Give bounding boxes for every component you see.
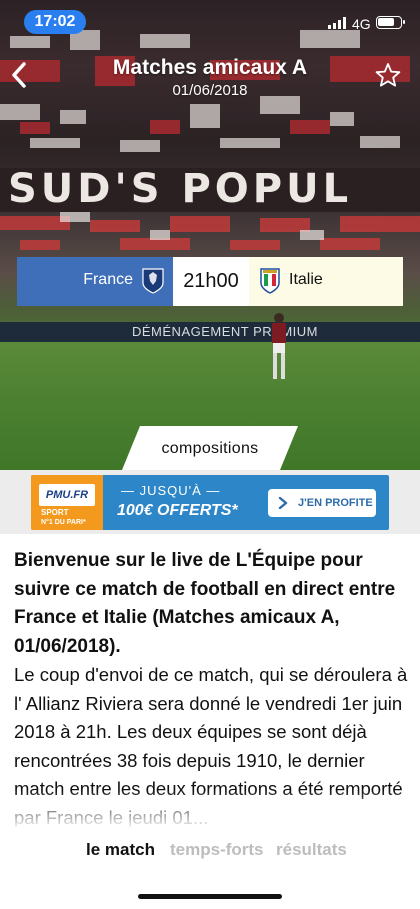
tab-le-match[interactable]: le match — [86, 840, 155, 860]
home-team-name: France — [83, 271, 133, 288]
away-team-name: Italie — [289, 271, 323, 288]
ad-headline-offer: 100€ OFFERTS* — [117, 502, 238, 519]
away-team-panel[interactable]: Italie — [249, 257, 403, 306]
ad-cta-label: J'EN PROFITE — [298, 497, 373, 509]
home-indicator[interactable] — [138, 894, 282, 899]
kickoff-time: 21h00 — [173, 257, 249, 306]
player-figure — [272, 313, 286, 379]
france-crest-icon — [142, 268, 164, 294]
bottom-tab-bar: le match temps-forts résultats — [0, 828, 420, 909]
ad-banner[interactable]: PMU.FR SPORT N°1 DU PARI* — JUSQU'À — 10… — [31, 475, 389, 530]
battery-icon — [376, 16, 405, 29]
network-type: 4G — [352, 16, 371, 32]
page-date: 01/06/2018 — [172, 82, 248, 99]
status-bar: 17:02 4G — [0, 0, 420, 44]
supporters-banner-text: SUD'S POPUL — [8, 166, 353, 212]
favorite-star-icon[interactable] — [375, 62, 401, 88]
tab-temps-forts[interactable]: temps-forts — [170, 840, 264, 860]
article-fade — [0, 790, 420, 830]
tab-resultats[interactable]: résultats — [276, 840, 347, 860]
page-title: Matches amicaux A — [112, 56, 308, 79]
status-time: 17:02 — [24, 10, 86, 34]
scoreboard: France 21h00 Italie — [17, 257, 403, 306]
ad-brand-tagline: N°1 DU PARI* — [41, 519, 86, 526]
chevron-right-icon — [278, 497, 288, 509]
article-lead: Bienvenue sur le live de L'Équipe pour s… — [14, 550, 396, 657]
home-team-panel[interactable]: France — [17, 257, 173, 306]
italy-crest-icon — [260, 268, 280, 294]
compositions-tab[interactable]: compositions — [122, 426, 298, 470]
ad-brand: PMU.FR — [39, 484, 95, 506]
ad-logo: PMU.FR SPORT N°1 DU PARI* — [31, 475, 103, 530]
article: Bienvenue sur le live de L'Équipe pour s… — [14, 547, 410, 827]
ad-brand-sport: SPORT — [41, 508, 69, 517]
ad-headline-top: — JUSQU'À — — [121, 483, 221, 498]
compositions-label: compositions — [161, 440, 259, 457]
ad-cta-button[interactable]: J'EN PROFITE — [268, 489, 376, 517]
ad-area: PMU.FR SPORT N°1 DU PARI* — JUSQU'À — 10… — [0, 470, 420, 534]
signal-icon — [328, 17, 346, 29]
